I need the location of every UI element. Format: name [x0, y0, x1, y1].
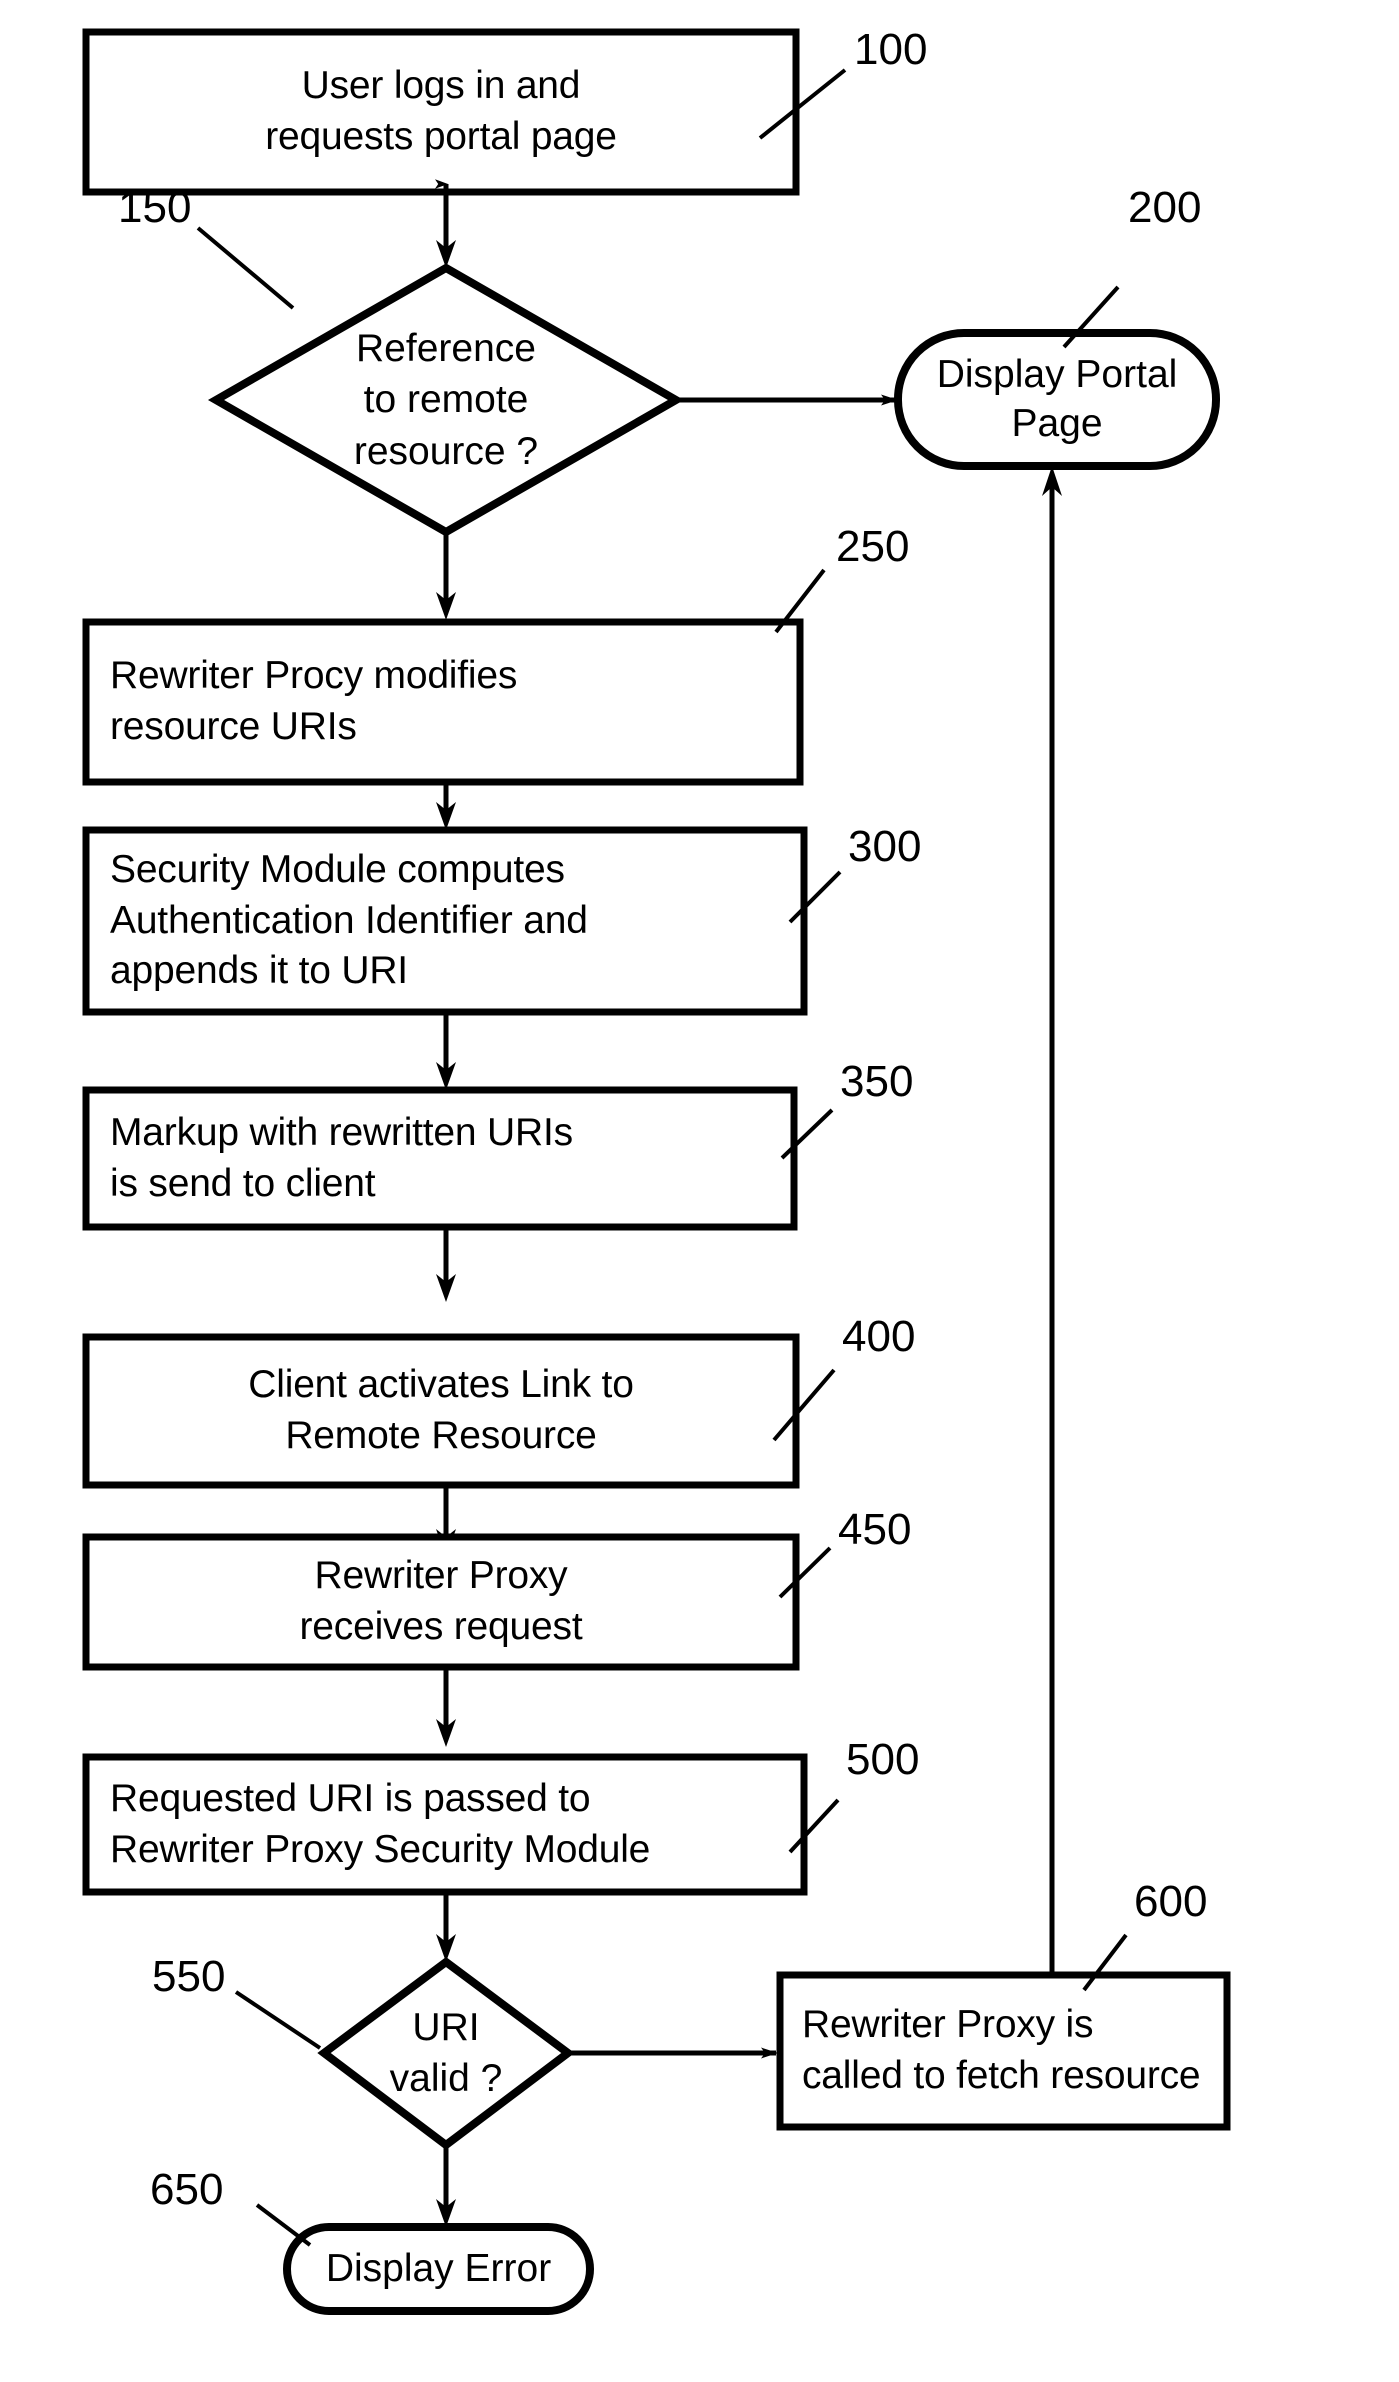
ref-number-250: 250	[836, 522, 910, 571]
node-150-shape	[207, 263, 685, 537]
ref-number-450: 450	[838, 1505, 912, 1554]
node-300-shape	[82, 826, 808, 1016]
ref-number-150: 150	[118, 183, 192, 232]
node-400-shape	[82, 1333, 800, 1489]
ref-number-350: 350	[840, 1057, 914, 1106]
leader-line-550	[234, 1990, 322, 2050]
node-250-shape	[82, 618, 804, 786]
ref-number-200: 200	[1128, 183, 1202, 232]
ref-number-300: 300	[848, 822, 922, 871]
ref-number-550: 550	[152, 1952, 226, 2001]
node-350-shape	[82, 1086, 798, 1231]
flowchart-shapes-layer	[82, 28, 1231, 2315]
ref-number-500: 500	[846, 1735, 920, 1784]
ref-number-400: 400	[842, 1312, 916, 1361]
node-650-shape	[283, 2223, 594, 2315]
leader-line-150	[196, 226, 295, 310]
ref-number-600: 600	[1134, 1877, 1208, 1926]
node-500-shape	[82, 1753, 808, 1896]
node-600-shape	[776, 1971, 1231, 2131]
node-200-shape	[894, 329, 1220, 470]
node-450-shape	[82, 1533, 800, 1671]
node-550-shape	[317, 1957, 575, 2151]
ref-number-650: 650	[150, 2165, 224, 2214]
leader-line-650	[255, 2203, 312, 2247]
flowchart-figure: User logs in and requests portal page 10…	[0, 0, 1399, 2382]
node-100-shape	[82, 28, 800, 196]
ref-number-100: 100	[854, 25, 928, 74]
